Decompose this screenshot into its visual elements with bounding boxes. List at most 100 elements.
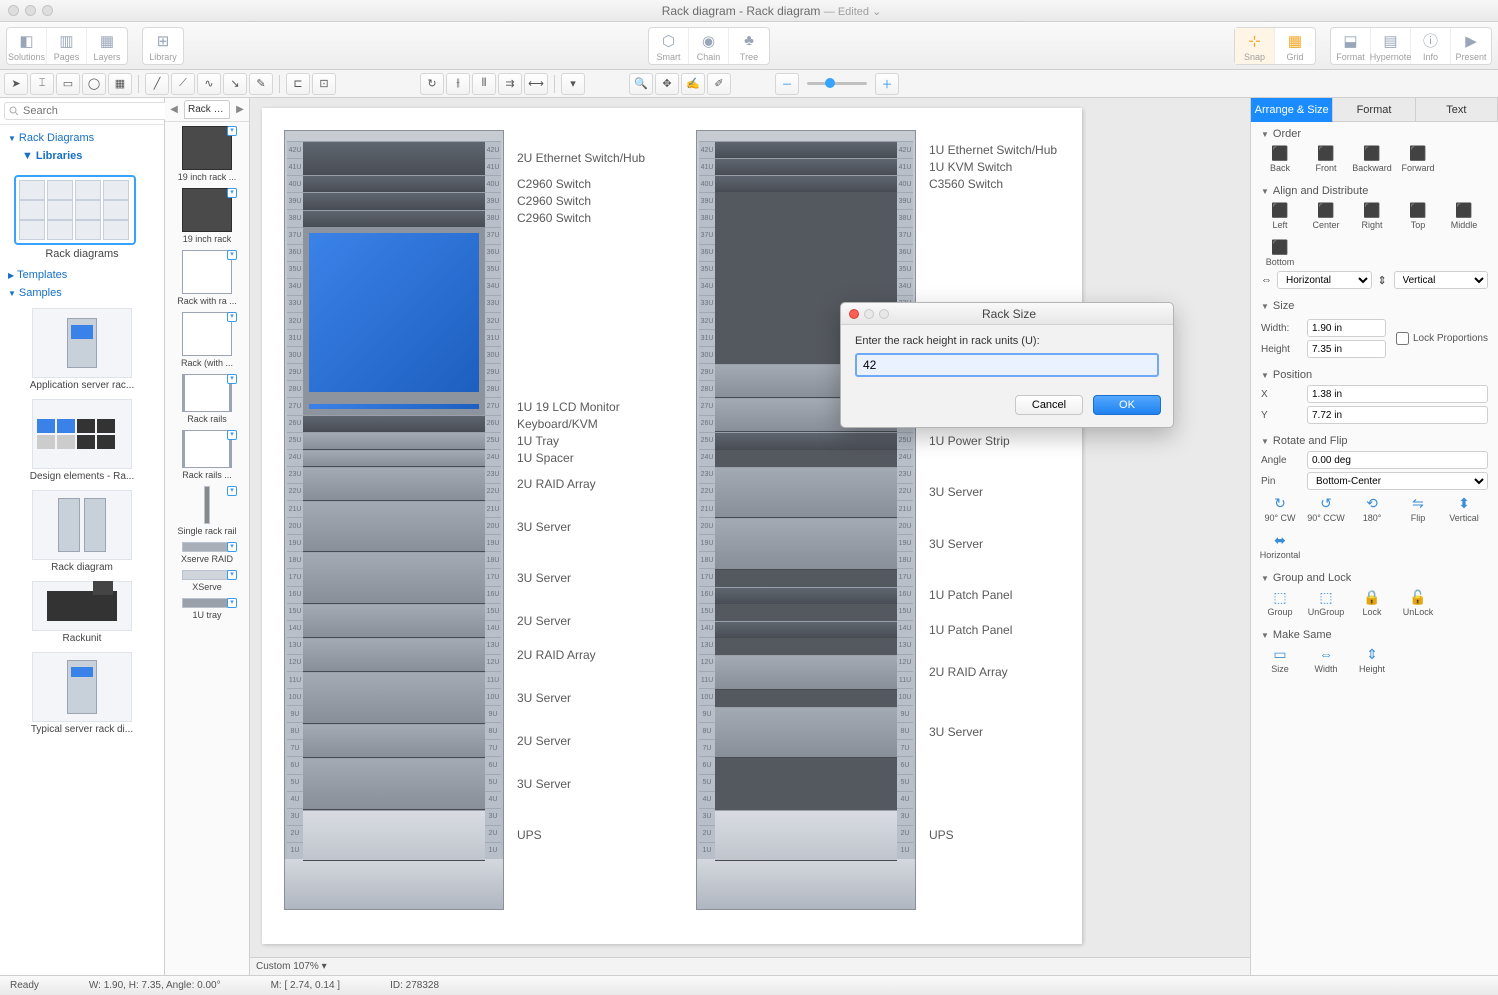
tb-solutions[interactable]: ◧Solutions	[7, 28, 47, 64]
rack-unit[interactable]	[303, 501, 485, 552]
section-order[interactable]: ▼Order	[1261, 128, 1488, 140]
nav-templates[interactable]: ▶Templates	[6, 266, 158, 284]
lib-stencil[interactable]: ▾Rack rails ...	[169, 430, 245, 480]
unlock-btn[interactable]: 🔓UnLock	[1399, 588, 1437, 617]
height-input[interactable]	[1307, 340, 1386, 358]
tb-present[interactable]: ▶Present	[1451, 28, 1491, 64]
dialog-title-bar[interactable]: Rack Size	[841, 303, 1173, 325]
align-left[interactable]: ⬛Left	[1261, 201, 1299, 230]
nav-rack-diagrams[interactable]: ▼Rack Diagrams	[8, 129, 156, 147]
zoom-out[interactable]: －	[775, 73, 799, 95]
search-input[interactable]	[4, 102, 184, 120]
canvas-zoom-footer[interactable]: Custom 107% ▾	[250, 957, 1250, 975]
library-thumb-selected[interactable]	[14, 175, 136, 245]
lib-stencil[interactable]: ▾Rack (with ...	[169, 312, 245, 368]
sample-item[interactable]: Application server rac...	[6, 308, 158, 391]
tab-format[interactable]: Format	[1333, 98, 1415, 122]
tool-align-h[interactable]: ⫲	[446, 73, 470, 95]
lib-stencil[interactable]: ▾XServe	[169, 570, 245, 592]
rack-unit[interactable]	[715, 141, 897, 158]
tool-text[interactable]: ⌶	[30, 73, 54, 95]
rot-90ccw[interactable]: ↺90° CCW	[1307, 494, 1345, 523]
rack-unit[interactable]	[303, 432, 485, 449]
tb-hypernote[interactable]: ▤Hypernote	[1371, 28, 1411, 64]
tool-stamp[interactable]: ⊏	[286, 73, 310, 95]
minimize-dot[interactable]	[25, 5, 36, 16]
rack-unit[interactable]	[303, 450, 485, 467]
tool-align-v[interactable]: ⫴	[472, 73, 496, 95]
rack-unit[interactable]	[303, 210, 485, 227]
lib-stencil[interactable]: ▾Rack with ra ...	[169, 250, 245, 306]
y-input[interactable]	[1307, 406, 1488, 424]
sample-item[interactable]: Typical server rack di...	[6, 652, 158, 735]
zoom-dot[interactable]	[42, 5, 53, 16]
pin-select[interactable]: Bottom-Center	[1307, 472, 1488, 490]
nav-libraries[interactable]: ▼Libraries	[8, 147, 156, 165]
cancel-button[interactable]: Cancel	[1015, 395, 1083, 415]
zoom-slider[interactable]	[807, 82, 867, 85]
rack-unit[interactable]	[303, 398, 485, 415]
tb-format[interactable]: ⬓Format	[1331, 28, 1371, 64]
rot-180[interactable]: ⟲180°	[1353, 494, 1391, 523]
sample-list[interactable]: Application server rac... Design element…	[0, 306, 164, 975]
tool-ellipse[interactable]: ◯	[82, 73, 106, 95]
sample-item[interactable]: Rack diagram	[6, 490, 158, 573]
x-input[interactable]	[1307, 385, 1488, 403]
same-size[interactable]: ▭Size	[1261, 645, 1299, 674]
rot-90cw[interactable]: ↻90° CW	[1261, 494, 1299, 523]
tool-pointer[interactable]: ➤	[4, 73, 28, 95]
rack-unit[interactable]	[303, 810, 485, 861]
rack-unit[interactable]	[303, 141, 485, 175]
rack-unit[interactable]	[303, 192, 485, 209]
rack-unit[interactable]	[715, 518, 897, 569]
zoom-in[interactable]: ＋	[875, 73, 899, 95]
rack-unit[interactable]	[303, 638, 485, 672]
nav-samples[interactable]: ▼Samples	[6, 284, 158, 302]
ungroup-btn[interactable]: ⬚UnGroup	[1307, 588, 1345, 617]
rack-height-input[interactable]	[855, 353, 1159, 377]
section-align[interactable]: ▼Align and Distribute	[1261, 185, 1488, 197]
tool-dropdown[interactable]: ▾	[561, 73, 585, 95]
rack-right[interactable]: 1U2U3U4U5U6U7U8U9U10U11U12U13U14U15U16U1…	[696, 130, 916, 910]
section-rotate[interactable]: ▼Rotate and Flip	[1261, 435, 1488, 447]
tb-pages[interactable]: ▥Pages	[47, 28, 87, 64]
rack-unit[interactable]	[303, 604, 485, 638]
tab-text[interactable]: Text	[1416, 98, 1498, 122]
lib-stencil[interactable]: ▾1U tray	[169, 598, 245, 620]
rack-unit[interactable]	[715, 175, 897, 192]
rack-lcd-monitor[interactable]	[303, 227, 485, 398]
same-height[interactable]: ⇕Height	[1353, 645, 1391, 674]
tool-table[interactable]: ▦	[108, 73, 132, 95]
lock-btn[interactable]: 🔒Lock	[1353, 588, 1391, 617]
rack-unit[interactable]	[715, 621, 897, 638]
tool-dims[interactable]: ⟷	[524, 73, 548, 95]
tab-arrange[interactable]: Arrange & Size	[1251, 98, 1333, 122]
rack-unit[interactable]	[715, 810, 897, 861]
tool-connector[interactable]: ↘	[223, 73, 247, 95]
section-size[interactable]: ▼Size	[1261, 300, 1488, 312]
tool-spline[interactable]: ∿	[197, 73, 221, 95]
tool-dist[interactable]: ⇉	[498, 73, 522, 95]
align-top[interactable]: ⬛Top	[1399, 201, 1437, 230]
lib-tab-next[interactable]: ▶	[231, 104, 249, 115]
rack-unit[interactable]	[715, 587, 897, 604]
width-input[interactable]	[1307, 319, 1386, 337]
tb-chain[interactable]: ◉Chain	[689, 28, 729, 64]
ok-button[interactable]: OK	[1093, 395, 1161, 415]
section-group[interactable]: ▼Group and Lock	[1261, 572, 1488, 584]
align-center[interactable]: ⬛Center	[1307, 201, 1345, 230]
drawing-page[interactable]: 1U2U3U4U5U6U7U8U9U10U11U12U13U14U15U16U1…	[262, 108, 1082, 944]
tool-arc[interactable]: ⟋	[171, 73, 195, 95]
rack-left[interactable]: 1U2U3U4U5U6U7U8U9U10U11U12U13U14U15U16U1…	[284, 130, 504, 910]
rack-unit[interactable]	[715, 158, 897, 175]
rack-unit[interactable]	[303, 672, 485, 723]
tool-line[interactable]: ╱	[145, 73, 169, 95]
rack-unit[interactable]	[303, 552, 485, 603]
title-edited[interactable]: — Edited ⌄	[824, 6, 882, 18]
lib-stencil[interactable]: ▾Rack rails	[169, 374, 245, 424]
rack-unit[interactable]	[715, 432, 897, 449]
dialog-close-icon[interactable]	[849, 309, 859, 319]
close-dot[interactable]	[8, 5, 19, 16]
order-backward[interactable]: ⬛Backward	[1353, 144, 1391, 173]
tb-tree[interactable]: ♣Tree	[729, 28, 769, 64]
